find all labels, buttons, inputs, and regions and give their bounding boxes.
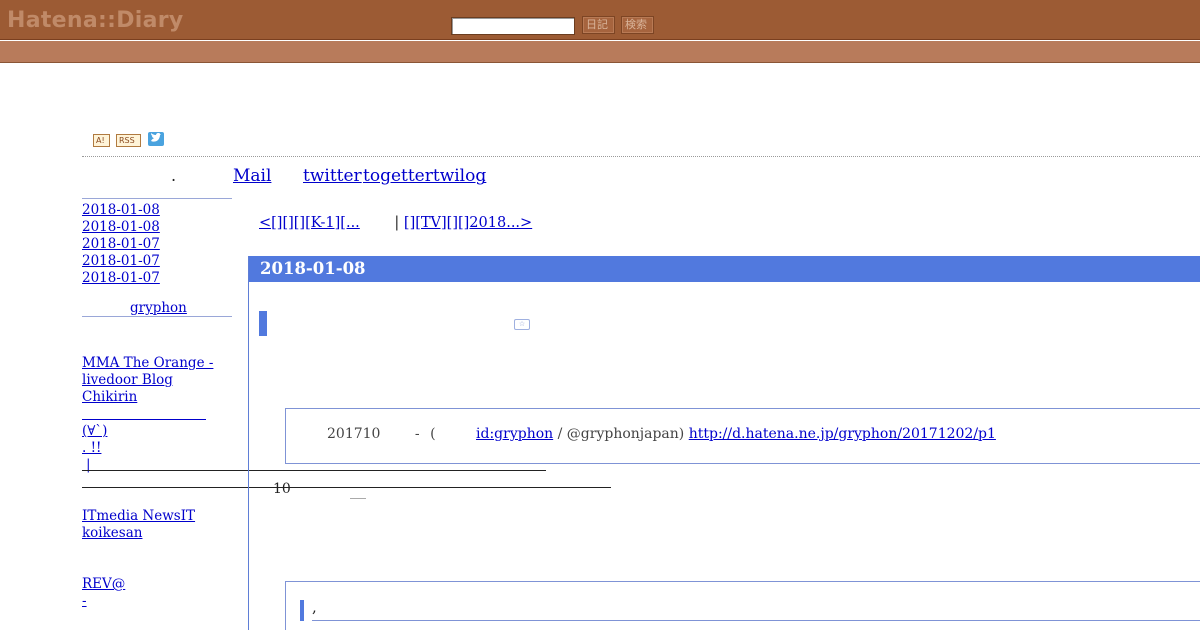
section-marker [300, 600, 304, 621]
sidebar-link-underline [82, 419, 206, 420]
exclaim-link[interactable]: . !! [82, 440, 141, 457]
recent-entry-link[interactable]: 2018-01-07 [82, 236, 160, 253]
twitter-link[interactable]: twitter [303, 166, 362, 186]
sub-header-bar [0, 41, 1200, 63]
recent-entry-link[interactable]: 2018-01-07 [82, 253, 160, 270]
quote-paren: ( [430, 426, 436, 442]
twitter-bird-icon[interactable] [148, 132, 164, 146]
recent-entry-link[interactable]: 2018-01-07 [82, 270, 160, 287]
recent-entry-link[interactable]: 2018-01-08 [82, 219, 160, 236]
section-marker [259, 311, 267, 336]
top-dot: . [171, 166, 177, 185]
mma-orange-link[interactable]: MMA The Orange - [82, 355, 213, 372]
entry-navigation: <[][][][K-1][... | [][TV][][]2018...> [259, 215, 592, 231]
add-star-icon[interactable]: ☆ [514, 319, 530, 330]
search-button[interactable]: 検索 [621, 16, 654, 34]
sidebar-blank-link[interactable] [82, 610, 113, 624]
antenna-icon[interactable]: A! [93, 134, 110, 147]
section-heading-underline [312, 620, 1200, 621]
quote-year: 201710 [327, 426, 381, 442]
user-id-link[interactable]: id:gryphon [476, 426, 553, 442]
extra-link[interactable]: . [483, 173, 526, 184]
search-input[interactable] [451, 17, 575, 35]
itmedia-link[interactable]: ITmedia NewsIT [82, 508, 209, 525]
small-dash [350, 498, 366, 499]
next-entry-link[interactable]: [][TV][][]2018...> [404, 215, 592, 231]
bar-link[interactable]: | [86, 457, 91, 474]
twitter-handle: / @gryphonjapan) [557, 426, 685, 442]
quote-text: 201710 - ( id:gryphon / @gryphonjapan) h… [327, 426, 996, 442]
recent-entries-list: 2018-01-08 2018-01-08 2018-01-07 2018-01… [82, 202, 160, 287]
section-box [285, 581, 1200, 630]
dash-link[interactable]: - [82, 593, 101, 610]
quote-url-link[interactable]: http://d.hatena.ne.jp/gryphon/20171202/p… [689, 426, 996, 442]
profile-link[interactable]: gryphon [130, 300, 187, 317]
date-header [249, 256, 1200, 282]
livedoor-blog-link[interactable]: livedoor Blog [82, 372, 211, 389]
overflow-line [82, 470, 546, 471]
nav-separator: | [394, 215, 400, 231]
quote-dash: - [414, 426, 420, 442]
section-heading: , [312, 598, 317, 616]
overflow-line [82, 487, 611, 488]
chikirin-link[interactable]: Chikirin [82, 389, 137, 406]
hatena-diary-logo[interactable]: Hatena::Diary [7, 10, 184, 32]
recent-entry-link[interactable]: 2018-01-08 [82, 202, 160, 219]
rss-icon[interactable]: RSS [116, 134, 141, 147]
koikesan-link[interactable]: koikesan [82, 525, 156, 542]
header-divider [82, 156, 1200, 157]
sidebar-blank-link[interactable] [82, 339, 96, 351]
entry-date[interactable]: 2018-01-08 [260, 259, 366, 278]
main-border [248, 256, 249, 630]
togetter-link[interactable]: togettertwilog [363, 166, 486, 186]
diary-search-button[interactable]: 日記 [582, 16, 615, 34]
face-link[interactable]: (∀`) [82, 423, 137, 440]
mail-link[interactable]: Mail [233, 166, 299, 186]
count-ten: 10 [273, 481, 291, 497]
prev-entry-link[interactable]: <[][][][K-1][... [259, 215, 390, 231]
rev-link[interactable]: REV@ [82, 576, 125, 593]
